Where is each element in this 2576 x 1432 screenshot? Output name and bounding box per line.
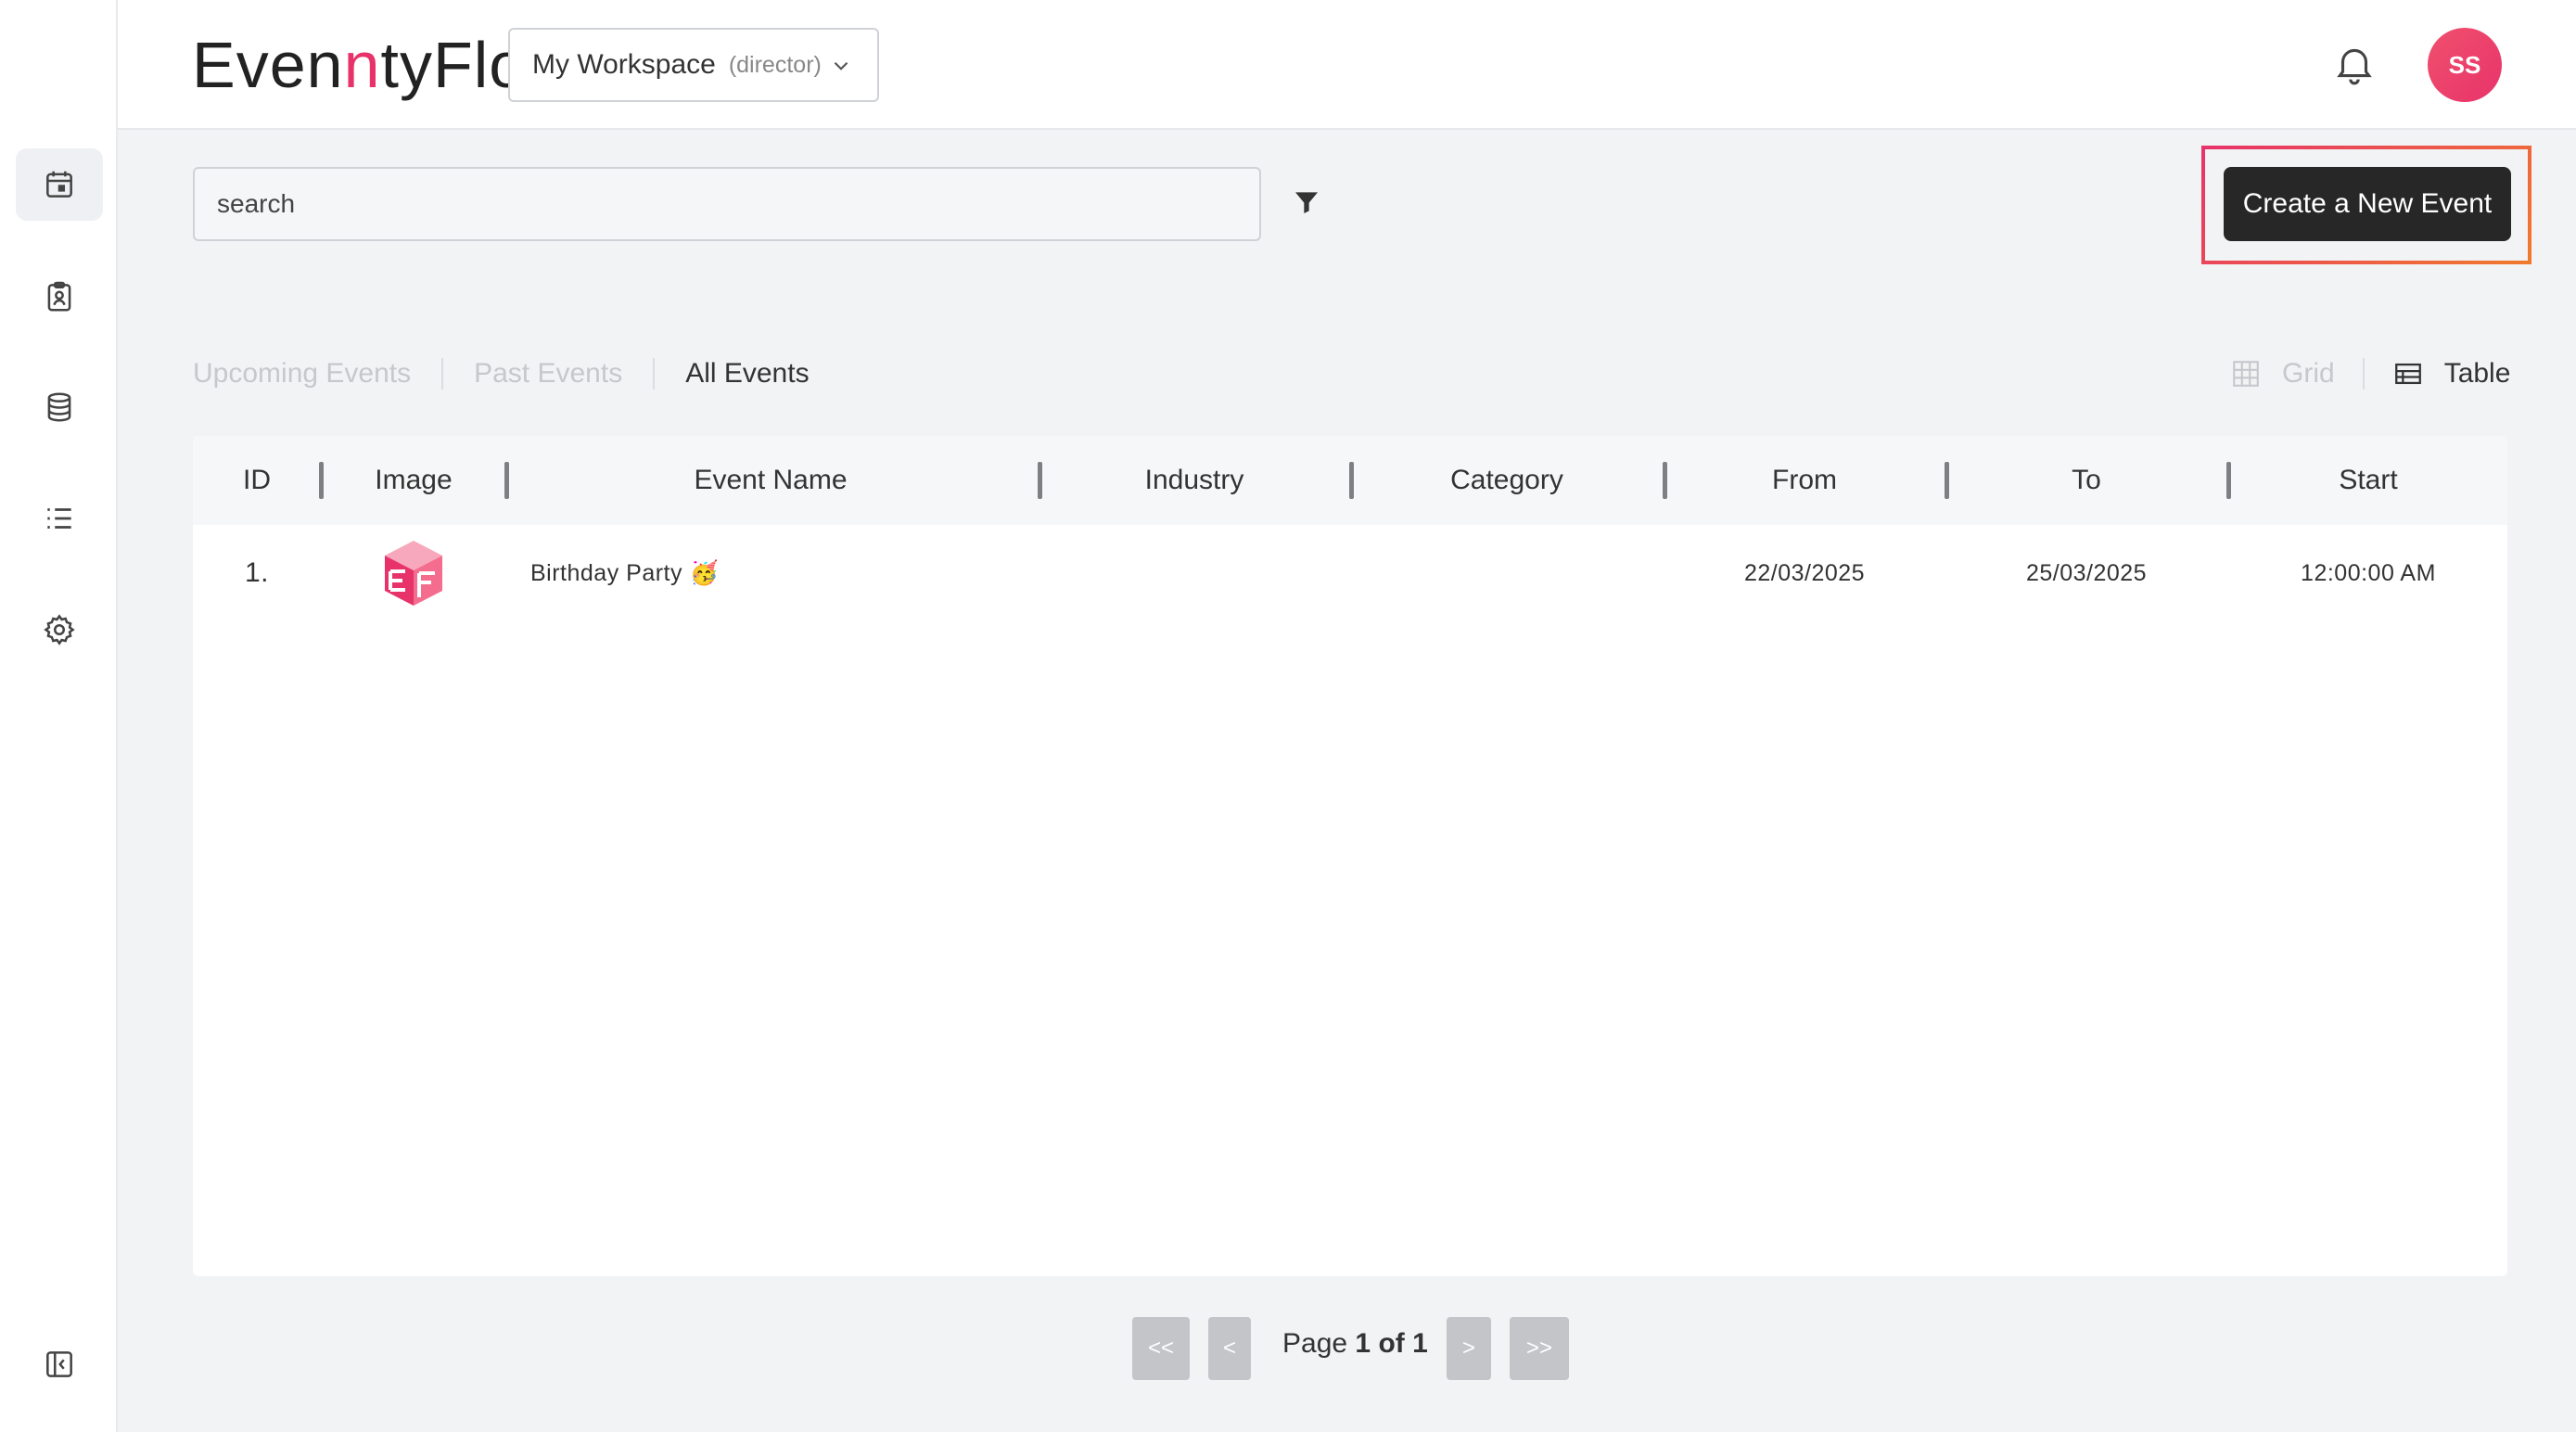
column-header-image[interactable]: Image (321, 436, 506, 525)
collapse-sidebar-icon (46, 1351, 72, 1377)
sidebar-item-events[interactable] (16, 148, 103, 221)
next-page-button[interactable]: > (1447, 1317, 1491, 1380)
table-view-label: Table (2443, 358, 2511, 389)
column-header-event-name[interactable]: Event Name (506, 436, 1035, 525)
column-header-start[interactable]: Start (2228, 436, 2508, 525)
view-toggle: Grid Table (2230, 351, 2510, 397)
workspace-name: My Workspace (532, 49, 716, 80)
calendar-icon (46, 171, 72, 198)
table-icon (2394, 363, 2421, 385)
sidebar-item-list[interactable] (16, 482, 103, 555)
column-header-id[interactable]: ID (193, 436, 321, 525)
column-header-industry[interactable]: Industry (1039, 436, 1349, 525)
grid-view-button[interactable]: Grid (2230, 358, 2365, 390)
top-header: EvenntyFlo My Workspace (director) SS (118, 0, 2576, 130)
cell-from: 22/03/2025 (1743, 559, 1866, 586)
create-event-button[interactable]: Create a New Event (2224, 167, 2511, 241)
column-header-to[interactable]: To (1946, 436, 2226, 525)
collapse-sidebar-button[interactable] (16, 1328, 103, 1400)
event-tabs: Upcoming Events Past Events All Events (193, 351, 840, 397)
sidebar-item-database[interactable] (16, 371, 103, 443)
gear-icon (44, 614, 75, 646)
app-logo[interactable]: EvenntyFlo (192, 28, 526, 102)
last-page-button[interactable]: >> (1510, 1317, 1569, 1380)
cell-start: 12:00:00 AM (2301, 559, 2436, 586)
sidebar (0, 0, 118, 1432)
table-view-button[interactable]: Table (2365, 358, 2511, 390)
cell-image (321, 525, 506, 621)
page-indicator: Page 1 of 1 (1282, 1328, 1428, 1359)
cell-industry (1039, 525, 1349, 621)
filter-icon[interactable] (1292, 187, 1321, 217)
first-page-button[interactable]: << (1132, 1317, 1190, 1380)
chevron-down-icon (834, 61, 848, 70)
database-icon (47, 392, 71, 422)
grid-view-label: Grid (2282, 358, 2335, 389)
search-input[interactable] (193, 167, 1261, 241)
cell-event-name[interactable]: Birthday Party 🥳 (530, 525, 1031, 621)
table-header: ID Image Event Name Industry Category Fr… (193, 436, 2507, 525)
event-logo-image (385, 541, 442, 606)
avatar[interactable]: SS (2428, 28, 2502, 102)
tab-upcoming-events[interactable]: Upcoming Events (193, 358, 441, 390)
tab-all-events[interactable]: All Events (653, 358, 839, 390)
cell-id: 1. (244, 557, 270, 588)
cell-to: 25/03/2025 (2025, 559, 2148, 586)
workspace-role: (director) (728, 51, 822, 78)
prev-page-button[interactable]: < (1208, 1317, 1251, 1380)
events-table: ID Image Event Name Industry Category Fr… (193, 436, 2507, 1276)
sidebar-item-badges[interactable] (16, 261, 103, 333)
list-icon (47, 508, 71, 529)
column-header-from[interactable]: From (1664, 436, 1945, 525)
column-header-category[interactable]: Category (1351, 436, 1663, 525)
sidebar-item-settings[interactable] (16, 594, 103, 666)
table-row[interactable]: 1. Birthday Party 🥳 22/03/2025 25/03/202… (193, 525, 2507, 621)
workspace-selector[interactable]: My Workspace (director) (508, 28, 879, 102)
id-badge-icon (47, 281, 71, 312)
grid-icon (2233, 361, 2259, 387)
cell-category (1351, 525, 1663, 621)
tab-past-events[interactable]: Past Events (441, 358, 653, 390)
bell-icon[interactable] (2331, 41, 2378, 87)
